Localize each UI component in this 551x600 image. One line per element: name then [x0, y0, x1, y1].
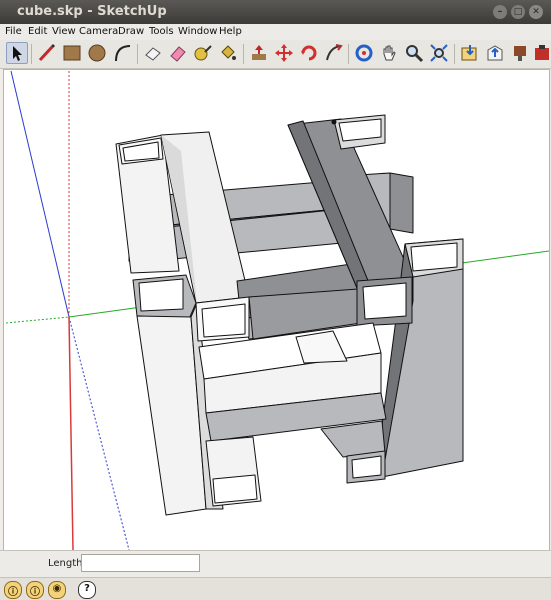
get-models-icon [461, 45, 477, 61]
eraser-pink-icon [170, 46, 186, 62]
measurements-input[interactable] [81, 554, 200, 572]
move-tool-button[interactable] [273, 42, 295, 64]
window-title: cube.skp - SketchUp [17, 4, 167, 19]
model-canvas[interactable] [4, 70, 549, 550]
close-button[interactable]: ✕ [529, 5, 543, 19]
maximize-button[interactable]: □ [511, 5, 525, 19]
share-model-button[interactable] [484, 42, 506, 64]
make-component-button[interactable] [142, 42, 164, 64]
cube-frame-model [115, 114, 464, 516]
extension-warehouse-button[interactable] [531, 42, 551, 64]
measurements-bar: Length [0, 550, 551, 577]
move-icon [275, 44, 293, 62]
status-bar: ⓘ ⓘ ◉ ? [0, 577, 551, 600]
orbit-icon [355, 44, 373, 62]
share-model-icon [487, 45, 503, 61]
components-button[interactable] [509, 42, 531, 64]
rectangle-icon [63, 45, 81, 61]
menu-bar: File Edit View Camera Draw Tools Window … [0, 24, 551, 41]
user-icon[interactable]: ◉ [48, 581, 66, 599]
push-pull-button[interactable] [248, 42, 270, 64]
zoom-extents-icon [430, 44, 448, 62]
rotate-icon [301, 45, 317, 61]
components-icon [514, 46, 526, 61]
red-axis [68, 316, 74, 550]
menu-tools[interactable]: Tools [149, 26, 174, 37]
menu-help[interactable]: Help [219, 26, 242, 37]
zoom-extents-button[interactable] [428, 42, 450, 64]
menu-edit[interactable]: Edit [28, 26, 47, 37]
green-axis-negative [5, 316, 70, 324]
pan-tool-button[interactable] [378, 42, 400, 64]
menu-camera[interactable]: Camera [79, 26, 118, 37]
follow-me-icon [326, 44, 343, 61]
modeling-viewport[interactable] [3, 69, 550, 551]
eraser-icon [145, 47, 161, 61]
get-models-button[interactable] [459, 42, 481, 64]
rotate-tool-button[interactable] [298, 42, 320, 64]
orbit-tool-button[interactable] [353, 42, 375, 64]
arc-icon [115, 45, 131, 62]
pan-icon [383, 45, 396, 61]
title-bar: cube.skp - SketchUp – □ ✕ [0, 0, 551, 24]
extension-warehouse-icon [535, 45, 549, 60]
pencil-line-icon [38, 43, 56, 62]
help-icon[interactable]: ? [78, 581, 96, 599]
select-tool-button[interactable] [6, 42, 28, 64]
paint-bucket-icon [221, 45, 236, 60]
line-tool-button[interactable] [36, 42, 58, 64]
push-pull-icon [252, 45, 266, 60]
menu-draw[interactable]: Draw [118, 26, 144, 37]
geolocation-icon[interactable]: ⓘ [4, 581, 22, 599]
paint-bucket-button[interactable] [217, 42, 239, 64]
select-arrow-icon [13, 46, 22, 61]
zoom-icon [406, 45, 424, 63]
arc-tool-button[interactable] [111, 42, 133, 64]
minimize-button[interactable]: – [493, 5, 507, 19]
tape-measure-button[interactable] [192, 42, 214, 64]
menu-view[interactable]: View [52, 26, 76, 37]
toolbar [0, 40, 551, 69]
menu-window[interactable]: Window [178, 26, 217, 37]
follow-me-button[interactable] [323, 42, 345, 64]
circle-tool-button[interactable] [86, 42, 108, 64]
menu-file[interactable]: File [5, 26, 22, 37]
rectangle-tool-button[interactable] [61, 42, 83, 64]
zoom-tool-button[interactable] [403, 42, 425, 64]
tape-measure-icon [194, 45, 212, 61]
eraser-tool-button[interactable] [167, 42, 189, 64]
blue-axis-negative [68, 316, 130, 550]
blue-axis [10, 70, 70, 318]
measurements-label: Length [48, 558, 83, 569]
credits-icon[interactable]: ⓘ [26, 581, 44, 599]
circle-icon [88, 44, 106, 62]
